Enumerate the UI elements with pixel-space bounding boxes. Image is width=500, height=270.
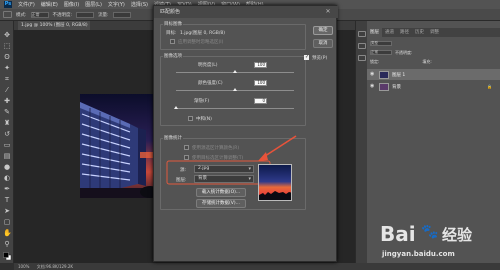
highlight-box <box>166 160 271 185</box>
photoshop-window: Ps 文件(F) 编辑(E) 图像(I) 图层(L) 文字(Y) 选择(S) 滤… <box>0 0 500 270</box>
watermark-url: jingyan.baidu.com <box>382 250 455 258</box>
watermark-brand: Bai <box>380 222 416 246</box>
arrow-head <box>258 152 268 161</box>
watermark-brand-cn: 经验 <box>442 226 473 244</box>
paw-icon: 🐾 <box>421 224 439 240</box>
source-preview-thumbnail <box>258 164 292 201</box>
baidu-watermark: Bai 🐾 经验 jingyan.baidu.com <box>376 218 500 266</box>
arrow-shaft <box>261 135 297 159</box>
